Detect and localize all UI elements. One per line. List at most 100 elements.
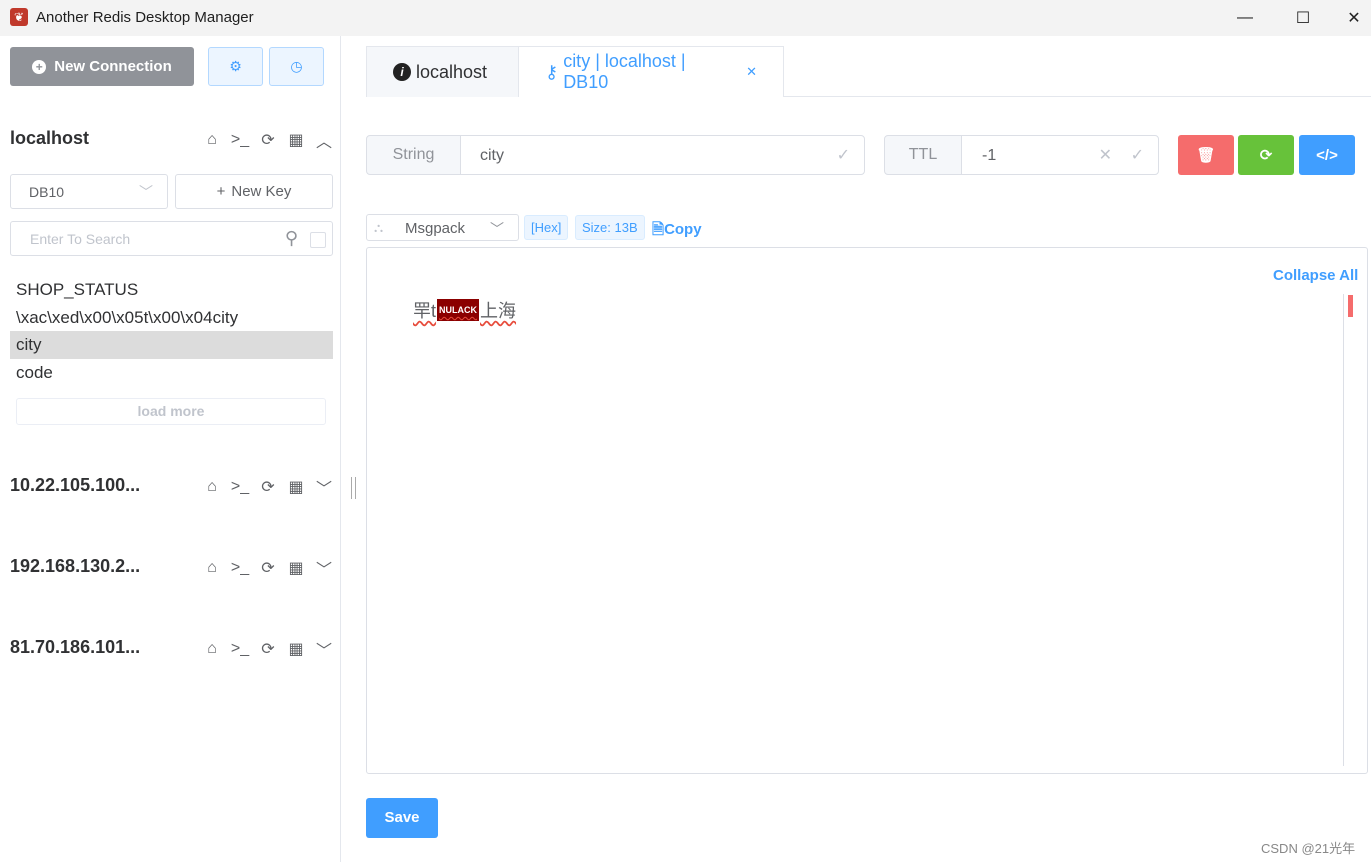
maximize-button[interactable]: ☐	[1280, 0, 1326, 36]
value-editor[interactable]	[366, 247, 1368, 774]
ttl-input[interactable]: -1 ✕ ✓	[961, 135, 1159, 175]
settings-button[interactable]: ⚙	[208, 47, 263, 86]
format-select[interactable]: ⛬ Msgpack ﹀	[366, 214, 519, 241]
grid-menu-icon[interactable]: ▦	[286, 477, 306, 497]
terminal-icon[interactable]: >_	[230, 131, 250, 149]
size-tag: Size: 13B	[575, 215, 645, 240]
new-key-button[interactable]: + New Key	[175, 174, 333, 209]
db-select-value: DB10	[29, 184, 65, 200]
ttl-label: TTL	[884, 135, 962, 175]
hex-tag[interactable]: [Hex]	[524, 215, 569, 240]
delete-key-button[interactable]: 🗑	[1178, 135, 1234, 175]
format-value: Msgpack	[405, 220, 466, 237]
grid-menu-icon[interactable]: ▦	[286, 130, 306, 150]
copy-button[interactable]: 🗎Copy	[652, 219, 702, 244]
grid-menu-icon[interactable]: ▦	[286, 639, 306, 659]
value-text[interactable]: 䍐t NULACK 上海	[413, 297, 516, 323]
key-list: SHOP_STATUS \xac\xed\x00\x05t\x00\x04cit…	[10, 276, 333, 386]
value-suffix: 上海	[480, 301, 517, 321]
chevron-down-icon[interactable]: ﹀	[314, 556, 334, 580]
clock-icon: ◷	[290, 58, 303, 74]
title-bar: ❦ Another Redis Desktop Manager — ☐ ✕	[0, 0, 1371, 36]
connection-actions: ⌂ >_ ⟳ ▦ ﹀	[202, 556, 334, 580]
clear-icon[interactable]: ✕	[1099, 145, 1112, 165]
connection-actions: ⌂ >_ ⟳ ▦ ﹀	[202, 637, 334, 661]
plus-circle-icon: +	[32, 59, 47, 74]
terminal-icon[interactable]: >_	[230, 478, 250, 496]
tab-localhost[interactable]: i localhost	[366, 46, 519, 97]
code-icon: </>	[1316, 146, 1338, 164]
key-type-label: String	[366, 135, 461, 175]
gear-icon: ⚙	[229, 58, 242, 74]
editor-scrollbar-track[interactable]	[1343, 294, 1344, 766]
home-icon[interactable]: ⌂	[202, 559, 222, 577]
list-item[interactable]: city	[10, 331, 333, 359]
home-icon[interactable]: ⌂	[202, 640, 222, 658]
db-select[interactable]: DB10 ﹀	[10, 174, 168, 209]
connection-actions: ⌂ >_ ⟳ ▦ ︿	[202, 128, 334, 152]
watermark: CSDN @21光年	[1261, 841, 1356, 856]
new-connection-label: New Connection	[54, 58, 172, 75]
connection-name-localhost[interactable]: localhost	[10, 128, 89, 149]
confirm-check-icon[interactable]: ✓	[837, 145, 850, 165]
connection-name[interactable]: 10.22.105.100...	[10, 475, 140, 496]
tab-label: localhost	[416, 61, 488, 82]
refresh-key-button[interactable]: ⟳	[1238, 135, 1294, 175]
sidebar: + New Connection ⚙ ◷ localhost ⌂ >_ ⟳ ▦ …	[0, 36, 340, 862]
ttl-value: -1	[982, 147, 997, 164]
panel-divider	[340, 36, 341, 862]
new-connection-button[interactable]: + New Connection	[10, 47, 194, 86]
chevron-up-icon[interactable]: ︿	[314, 128, 334, 152]
grid-menu-icon[interactable]: ▦	[286, 558, 306, 578]
chevron-down-icon: ﹀	[490, 221, 504, 237]
terminal-icon[interactable]: >_	[230, 640, 250, 658]
terminal-icon[interactable]: >_	[230, 559, 250, 577]
chevron-down-icon[interactable]: ﹀	[314, 637, 334, 661]
exact-search-checkbox[interactable]	[310, 232, 326, 248]
copy-label: Copy	[664, 221, 702, 238]
tab-label: city | localhost | DB10	[563, 51, 686, 92]
connection-name[interactable]: 81.70.186.101...	[10, 637, 140, 658]
home-icon[interactable]: ⌂	[202, 478, 222, 496]
null-char-marker: NULACK	[437, 299, 480, 321]
key-icon: ⚷	[545, 61, 559, 82]
close-window-button[interactable]: ✕	[1337, 0, 1371, 36]
connection-actions: ⌂ >_ ⟳ ▦ ﹀	[202, 475, 334, 499]
key-name-input[interactable]: city ✓	[460, 135, 865, 175]
connection-name[interactable]: 192.168.130.2...	[10, 556, 140, 577]
tab-key-city[interactable]: ⚷ city | localhost | DB10 ✕	[518, 46, 784, 97]
collapse-all-button[interactable]: Collapse All	[1273, 267, 1358, 284]
document-icon: 🗎	[652, 221, 665, 238]
editor-scroll-marker	[1348, 295, 1353, 317]
refresh-icon[interactable]: ⟳	[258, 558, 278, 578]
minimize-button[interactable]: —	[1222, 0, 1268, 36]
confirm-check-icon[interactable]: ✓	[1131, 145, 1144, 165]
refresh-icon: ⟳	[1259, 147, 1273, 164]
save-button[interactable]: Save	[366, 798, 438, 838]
key-search-input[interactable]: Enter To Search ⚲	[10, 221, 333, 256]
trash-icon: 🗑	[1196, 147, 1216, 164]
close-tab-icon[interactable]: ✕	[746, 64, 757, 80]
new-key-label: New Key	[231, 183, 292, 200]
search-placeholder: Enter To Search	[30, 231, 131, 247]
refresh-icon[interactable]: ⟳	[258, 130, 278, 150]
load-more-button[interactable]: load more	[16, 398, 326, 425]
chevron-down-icon[interactable]: ﹀	[314, 475, 334, 499]
window-title: Another Redis Desktop Manager	[36, 9, 254, 26]
app-logo-icon: ❦	[10, 8, 28, 26]
sitemap-icon: ⛬	[374, 220, 384, 235]
resize-handle[interactable]	[351, 477, 356, 499]
plus-icon: +	[216, 183, 226, 200]
info-icon: i	[393, 63, 411, 81]
list-item[interactable]: code	[10, 359, 333, 387]
list-item[interactable]: SHOP_STATUS	[10, 276, 333, 304]
command-log-button[interactable]: ◷	[269, 47, 324, 86]
search-icon[interactable]: ⚲	[285, 228, 298, 249]
refresh-icon[interactable]: ⟳	[258, 477, 278, 497]
chevron-down-icon: ﹀	[139, 184, 153, 200]
home-icon[interactable]: ⌂	[202, 131, 222, 149]
value-prefix: 䍐t	[413, 301, 437, 321]
dump-command-button[interactable]: </>	[1299, 135, 1355, 175]
list-item[interactable]: \xac\xed\x00\x05t\x00\x04city	[10, 304, 333, 332]
refresh-icon[interactable]: ⟳	[258, 639, 278, 659]
